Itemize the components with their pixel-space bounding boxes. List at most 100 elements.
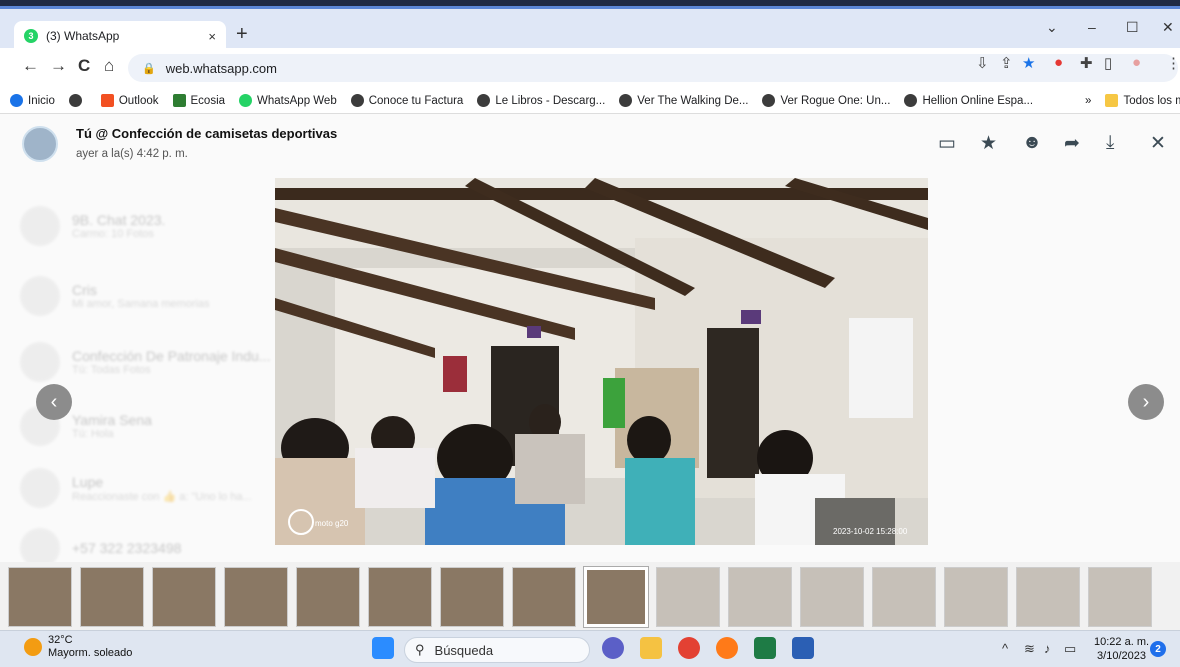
media-thumbnail-selected[interactable] bbox=[583, 566, 649, 628]
tab-search-icon[interactable]: ⌄ bbox=[1046, 19, 1058, 36]
toolbar: ← → C ⌂ 🔒 web.whatsapp.com ⇩ ⇪ ★ ● ✚ ▯ ●… bbox=[0, 48, 1180, 88]
firefox-icon[interactable] bbox=[716, 637, 738, 659]
menu-icon[interactable]: ⋮ bbox=[1166, 54, 1180, 72]
close-icon[interactable]: ✕ bbox=[1150, 132, 1166, 155]
tab-close-icon[interactable]: × bbox=[208, 29, 216, 44]
avatar bbox=[20, 276, 60, 316]
bookmark-outlook[interactable]: Outlook bbox=[100, 94, 159, 107]
excel-icon[interactable] bbox=[754, 637, 776, 659]
lock-icon: 🔒 bbox=[142, 62, 156, 75]
whatsapp-badge-icon: 3 bbox=[24, 29, 38, 43]
whatsapp-icon bbox=[239, 94, 253, 107]
sidepanel-icon[interactable]: ▯ bbox=[1104, 54, 1112, 72]
media-thumbnail[interactable] bbox=[512, 567, 576, 627]
bookmark-libros[interactable]: Le Libros - Descarg... bbox=[477, 94, 605, 107]
reload-button[interactable]: C bbox=[78, 56, 90, 76]
minimize-button[interactable]: – bbox=[1088, 19, 1096, 35]
maximize-button[interactable]: ☐ bbox=[1126, 19, 1139, 36]
url-text: web.whatsapp.com bbox=[165, 60, 277, 76]
battery-icon[interactable]: ▭ bbox=[1064, 641, 1076, 657]
media-thumbnail[interactable] bbox=[440, 567, 504, 627]
media-viewer: 9B. Chat 2023. Carmo: 10 Fotos Cris Mi amo… bbox=[0, 114, 1180, 568]
profile-avatar[interactable]: ● bbox=[1132, 54, 1141, 71]
photo-watermark: moto g20 bbox=[315, 519, 349, 528]
sender-name: Tú @ Confección de camisetas deportivas bbox=[76, 126, 338, 141]
media-photo: moto g20 2023-10-02 15:28:00 bbox=[275, 178, 928, 545]
classroom-photo: moto g20 2023-10-02 15:28:00 bbox=[275, 178, 928, 545]
next-media-button[interactable]: › bbox=[1128, 384, 1164, 420]
avatar bbox=[22, 126, 58, 162]
home-button[interactable]: ⌂ bbox=[104, 56, 114, 76]
windows-start-icon[interactable] bbox=[372, 637, 394, 659]
media-thumbnail[interactable] bbox=[944, 567, 1008, 627]
search-icon: ⚲ bbox=[415, 642, 425, 657]
wifi-icon[interactable]: ≋ bbox=[1024, 641, 1035, 657]
globe-icon bbox=[477, 94, 491, 107]
chat-app-icon[interactable] bbox=[602, 637, 624, 659]
media-thumbnail[interactable] bbox=[1088, 567, 1152, 627]
tab-title: (3) WhatsApp bbox=[46, 29, 120, 43]
install-icon[interactable]: ⇩ bbox=[976, 54, 989, 72]
back-button[interactable]: ← bbox=[22, 56, 39, 76]
ecosia-icon bbox=[172, 94, 186, 107]
list-item: Lupe Reaccionaste con 👍 a: "Uno lo ha... bbox=[20, 466, 252, 510]
forward-button[interactable]: → bbox=[50, 56, 67, 76]
media-thumbnail[interactable] bbox=[728, 567, 792, 627]
media-thumbnail[interactable] bbox=[872, 567, 936, 627]
media-thumbnail[interactable] bbox=[800, 567, 864, 627]
bookmark-hellion[interactable]: Hellion Online Espa... bbox=[904, 94, 1033, 107]
bookmark-inicio[interactable]: Inicio bbox=[10, 94, 55, 107]
star-icon[interactable]: ★ bbox=[980, 132, 997, 155]
taskbar-search[interactable]: ⚲ Búsqueda bbox=[404, 637, 590, 663]
media-thumbnail[interactable] bbox=[656, 567, 720, 627]
tab-bar: 3 (3) WhatsApp × + ⌄ – ☐ ✕ bbox=[0, 6, 1180, 51]
globe-icon bbox=[10, 94, 23, 107]
new-tab-button[interactable]: + bbox=[236, 23, 248, 46]
forward-icon[interactable]: ➦ bbox=[1064, 132, 1080, 155]
media-thumbnail[interactable] bbox=[8, 567, 72, 627]
extensions-icon[interactable]: ✚ bbox=[1080, 54, 1093, 72]
media-thumbnail[interactable] bbox=[368, 567, 432, 627]
volume-icon[interactable]: ♪ bbox=[1044, 641, 1051, 656]
weather-temp: 32°C bbox=[48, 634, 73, 646]
avatar bbox=[20, 468, 60, 508]
bookmark-star-icon[interactable]: ★ bbox=[1022, 54, 1035, 72]
download-icon[interactable]: ⤓ bbox=[1106, 132, 1114, 154]
weather-widget[interactable]: 32°C Mayorm. soleado bbox=[24, 634, 132, 660]
bookmarks-overflow[interactable]: » bbox=[1085, 95, 1091, 107]
media-thumbnail[interactable] bbox=[1016, 567, 1080, 627]
word-icon[interactable] bbox=[792, 637, 814, 659]
folder-icon bbox=[1105, 94, 1119, 107]
react-emoji-icon[interactable]: ☻ bbox=[1022, 132, 1042, 154]
media-thumbnail[interactable] bbox=[224, 567, 288, 627]
list-item: Confección De Patronaje Indu... Tú: Todas… bbox=[20, 340, 270, 384]
avatar bbox=[20, 206, 60, 246]
media-thumbnail[interactable] bbox=[296, 567, 360, 627]
file-explorer-icon[interactable] bbox=[640, 637, 662, 659]
tab-whatsapp[interactable]: 3 (3) WhatsApp × bbox=[14, 21, 226, 51]
message-timestamp: ayer a la(s) 4:42 p. m. bbox=[76, 148, 188, 160]
share-icon[interactable]: ⇪ bbox=[1000, 54, 1013, 72]
search-placeholder: Búsqueda bbox=[434, 642, 494, 658]
media-thumbnail[interactable] bbox=[152, 567, 216, 627]
previous-media-button[interactable]: ‹ bbox=[36, 384, 72, 420]
bookmark-factura[interactable]: Conoce tu Factura bbox=[350, 94, 463, 107]
address-bar[interactable]: 🔒 web.whatsapp.com bbox=[128, 54, 1178, 82]
list-item: Cris Mi amor, Samana memorias bbox=[20, 274, 210, 318]
all-bookmarks[interactable]: Todos los marcadores bbox=[1105, 94, 1180, 107]
go-to-message-icon[interactable]: ▭ bbox=[938, 132, 956, 155]
bookmark-walking-dead[interactable]: Ver The Walking De... bbox=[619, 94, 748, 107]
photo-datetime: 2023-10-02 15:28:00 bbox=[833, 527, 908, 536]
microsoft-icon bbox=[100, 94, 114, 107]
system-clock[interactable]: 10:22 a. m. 3/10/2023 bbox=[1094, 635, 1149, 663]
notification-badge[interactable]: 2 bbox=[1150, 641, 1166, 657]
chrome-icon[interactable] bbox=[678, 637, 700, 659]
tray-chevron-icon[interactable]: ^ bbox=[1002, 641, 1008, 656]
bookmark-whatsapp[interactable]: WhatsApp Web bbox=[239, 94, 337, 107]
media-thumbnail[interactable] bbox=[80, 567, 144, 627]
close-window-button[interactable]: ✕ bbox=[1162, 19, 1174, 36]
bookmark-ecosia[interactable]: Ecosia bbox=[172, 94, 225, 107]
adblock-icon[interactable]: ● bbox=[1054, 54, 1063, 71]
bookmark-blank[interactable] bbox=[68, 94, 87, 107]
bookmark-rogue-one[interactable]: Ver Rogue One: Un... bbox=[762, 94, 890, 107]
